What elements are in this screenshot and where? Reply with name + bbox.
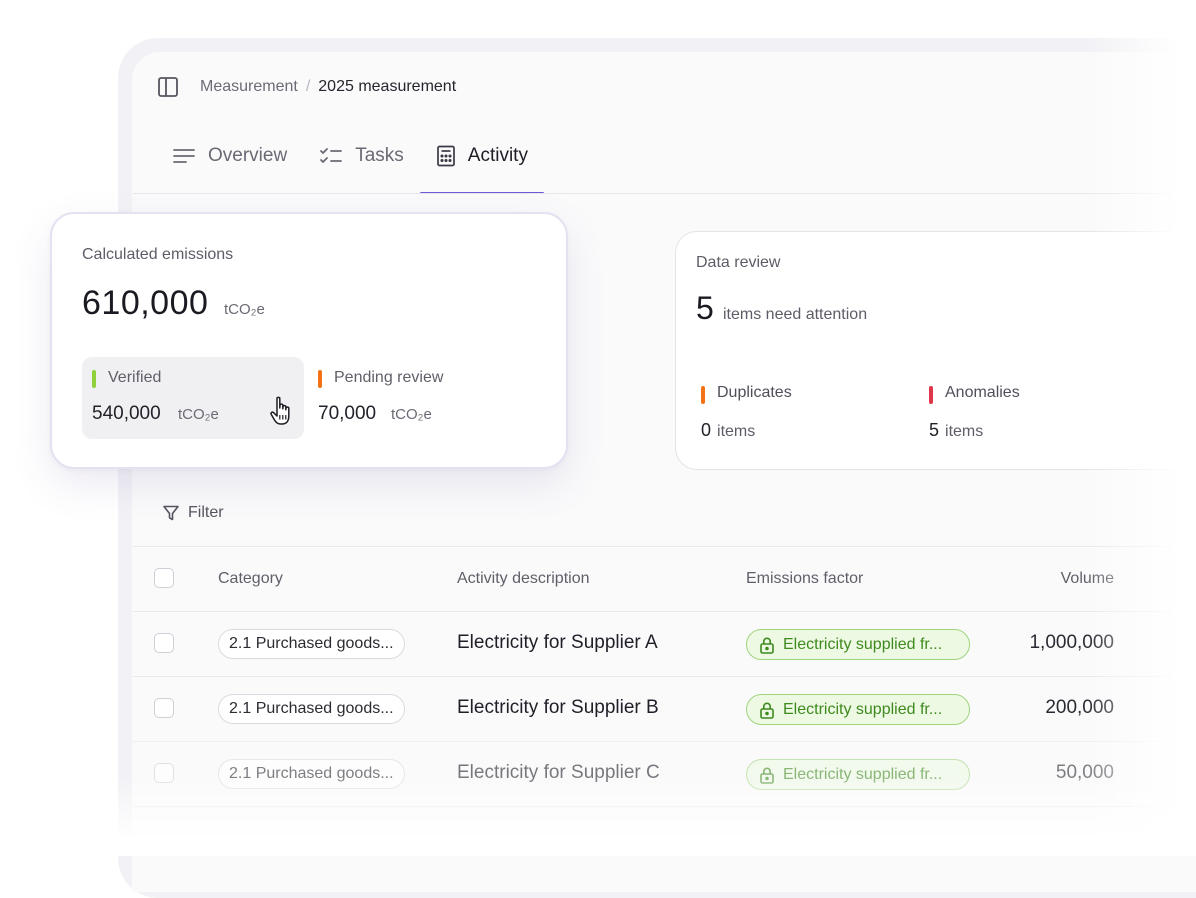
row-checkbox[interactable]	[154, 633, 174, 653]
tab-overview-label: Overview	[208, 145, 288, 166]
table-row[interactable]: 2.1 Purchased goods... Electricity for S…	[133, 741, 1196, 806]
emissions-total: 610,000	[82, 284, 209, 322]
pending-review-segment[interactable]: Pending review 70,000 tCO₂e	[308, 357, 530, 439]
row-checkbox[interactable]	[154, 763, 174, 783]
emissions-factor-label: Electricity supplied fr...	[783, 765, 943, 783]
category-chip[interactable]: 2.1 Purchased goods...	[218, 694, 405, 724]
verified-unit: tCO₂e	[178, 406, 219, 423]
duplicates-count: 0 items	[701, 420, 755, 441]
verified-label: Verified	[108, 369, 162, 386]
data-review-label: Data review	[696, 254, 781, 271]
emissions-label: Calculated emissions	[82, 246, 234, 263]
activity-table: Category Activity description Emissions …	[133, 546, 1196, 807]
column-header-category[interactable]: Category	[218, 570, 283, 588]
pending-label: Pending review	[334, 369, 444, 386]
table-row[interactable]: 2.1 Purchased goods... Electricity for S…	[133, 676, 1196, 741]
verified-value: 540,000	[92, 403, 161, 424]
table-row[interactable]: 2.1 Purchased goods... Electricity for S…	[133, 611, 1196, 676]
table-bottom-border	[133, 806, 1196, 807]
emissions-factor-label: Electricity supplied fr...	[783, 635, 943, 653]
pending-color-bar	[318, 370, 322, 388]
emissions-factor-chip[interactable]: Electricity supplied fr...	[746, 694, 970, 725]
volume-value: 1,000,000	[1029, 632, 1114, 653]
calculated-emissions-card[interactable]: Calculated emissions 610,000 tCO₂e Verif…	[50, 212, 568, 469]
pending-unit: tCO₂e	[391, 406, 432, 423]
data-review-card[interactable]: Data review 5 items need attention Dupli…	[675, 231, 1196, 470]
column-header-description[interactable]: Activity description	[457, 570, 590, 588]
filter-icon	[163, 505, 179, 521]
column-header-emissions-factor[interactable]: Emissions factor	[746, 570, 863, 588]
filter-label: Filter	[188, 504, 224, 521]
filter-button[interactable]: Filter	[162, 504, 224, 522]
lock-icon	[760, 767, 774, 784]
duplicates-label: Duplicates	[717, 384, 792, 401]
checklist-icon	[320, 148, 343, 163]
activity-description: Electricity for Supplier A	[457, 632, 658, 653]
attention-text: items need attention	[723, 306, 868, 323]
breadcrumb-current: 2025 measurement	[318, 78, 457, 95]
lock-icon	[760, 702, 774, 719]
tab-tasks[interactable]: Tasks	[303, 128, 420, 184]
anomalies-count: 5 items	[929, 420, 983, 441]
attention-count: 5	[696, 290, 714, 326]
category-chip[interactable]: 2.1 Purchased goods...	[218, 759, 405, 789]
duplicates-count-number: 0	[701, 420, 712, 440]
sidebar-toggle-icon[interactable]	[156, 75, 180, 99]
row-checkbox[interactable]	[154, 698, 174, 718]
select-all-checkbox[interactable]	[154, 568, 174, 588]
column-header-volume[interactable]: Volume	[1061, 570, 1114, 588]
volume-value: 50,000	[1055, 762, 1114, 783]
lines-icon	[173, 149, 195, 163]
tab-overview[interactable]: Overview	[156, 128, 303, 184]
emissions-factor-label: Electricity supplied fr...	[783, 700, 943, 718]
duplicates-count-unit: items	[717, 423, 756, 440]
verified-color-bar	[92, 370, 96, 388]
tab-tasks-label: Tasks	[355, 145, 404, 166]
category-chip[interactable]: 2.1 Purchased goods...	[218, 629, 405, 659]
table-header-row: Category Activity description Emissions …	[133, 546, 1196, 611]
activity-description: Electricity for Supplier C	[457, 762, 660, 783]
anomalies-color-bar	[929, 386, 933, 404]
tab-activity[interactable]: Activity	[419, 128, 545, 194]
verified-segment[interactable]: Verified 540,000 tCO₂e	[82, 357, 304, 439]
emissions-unit: tCO₂e	[224, 301, 265, 318]
activity-description: Electricity for Supplier B	[457, 697, 659, 718]
emissions-factor-chip[interactable]: Electricity supplied fr...	[746, 759, 970, 790]
anomalies-label: Anomalies	[945, 384, 1020, 401]
tab-activity-label: Activity	[467, 145, 528, 166]
anomalies-count-number: 5	[929, 420, 940, 440]
duplicates-color-bar	[701, 386, 705, 404]
breadcrumb-parent[interactable]: Measurement	[200, 78, 298, 96]
lock-icon	[760, 637, 774, 654]
anomalies-count-unit: items	[945, 423, 984, 440]
hand-pointer-cursor-icon	[270, 396, 290, 425]
tab-bar: Overview Tasks Activity	[156, 128, 545, 194]
breadcrumb-separator: /	[305, 78, 311, 95]
pending-value: 70,000	[318, 403, 377, 424]
calculator-icon	[436, 145, 455, 167]
tabs-divider	[133, 193, 1196, 194]
volume-value: 200,000	[1045, 697, 1114, 718]
breadcrumb: Measurement / 2025 measurement	[156, 74, 456, 100]
emissions-factor-chip[interactable]: Electricity supplied fr...	[746, 629, 970, 660]
